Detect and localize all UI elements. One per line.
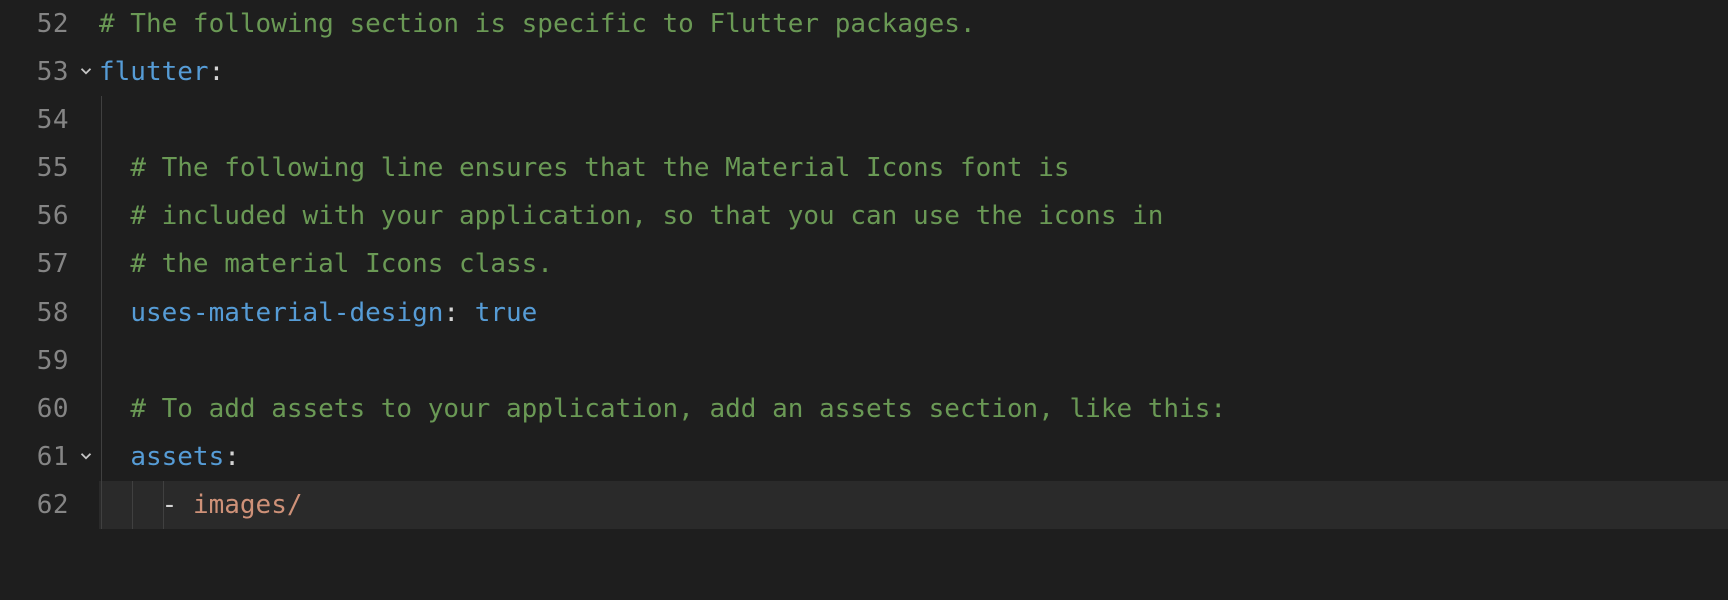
fold-spacer [75, 0, 97, 48]
whitespace [99, 481, 162, 529]
comment-token: # included with your application, so tha… [130, 192, 1163, 240]
code-area[interactable]: # The following section is specific to F… [97, 0, 1728, 600]
indent-guide [101, 192, 102, 240]
line-number-text: 59 [37, 337, 69, 385]
chevron-down-icon [77, 433, 95, 481]
line-number-text: 53 [37, 48, 69, 96]
comment-token: # To add assets to your application, add… [130, 385, 1226, 433]
line-number-text: 56 [37, 192, 69, 240]
code-line[interactable] [99, 96, 1728, 144]
line-number-gutter: 5253545556575859606162 [0, 0, 75, 600]
indent-guide [163, 481, 164, 529]
line-number-text: 60 [37, 385, 69, 433]
code-line[interactable]: assets: [99, 433, 1728, 481]
fold-spacer [75, 144, 97, 192]
indent-guide [101, 385, 102, 433]
bool-token: true [475, 289, 538, 337]
comment-token: # The following line ensures that the Ma… [130, 144, 1069, 192]
code-line[interactable]: # To add assets to your application, add… [99, 385, 1728, 433]
line-number-text: 55 [37, 144, 69, 192]
whitespace [99, 240, 130, 288]
line-number-text: 62 [37, 481, 69, 529]
fold-toggle[interactable] [75, 433, 97, 481]
key-token: flutter [99, 48, 209, 96]
indent-guide [101, 240, 102, 288]
line-number: 55 [0, 144, 69, 192]
line-number-text: 61 [37, 433, 69, 481]
line-number-text: 58 [37, 289, 69, 337]
code-editor[interactable]: 5253545556575859606162 # The following s… [0, 0, 1728, 600]
code-line[interactable]: # The following line ensures that the Ma… [99, 144, 1728, 192]
line-number: 52 [0, 0, 69, 48]
comment-token: # The following section is specific to F… [99, 0, 976, 48]
fold-spacer [75, 385, 97, 433]
chevron-down-icon [77, 48, 95, 96]
punct-token: : [443, 289, 474, 337]
whitespace [99, 385, 130, 433]
indent-guide [101, 337, 102, 385]
indent-guide [101, 433, 102, 481]
line-number: 58 [0, 289, 69, 337]
fold-spacer [75, 481, 97, 529]
line-number: 61 [0, 433, 69, 481]
key-token: uses-material-design [130, 289, 443, 337]
code-line[interactable]: - images/ [99, 481, 1728, 529]
line-number-text: 54 [37, 96, 69, 144]
fold-column [75, 0, 97, 600]
string-token: images/ [193, 481, 303, 529]
line-number-text: 57 [37, 240, 69, 288]
whitespace [99, 144, 130, 192]
line-number: 60 [0, 385, 69, 433]
whitespace [99, 289, 130, 337]
line-number: 57 [0, 240, 69, 288]
indent-guide [101, 144, 102, 192]
whitespace [99, 433, 130, 481]
line-number: 59 [0, 337, 69, 385]
comment-token: # the material Icons class. [130, 240, 553, 288]
indent-guide [101, 481, 102, 529]
whitespace [99, 192, 130, 240]
punct-token: : [209, 48, 225, 96]
fold-spacer [75, 337, 97, 385]
indent-guide [101, 289, 102, 337]
code-line[interactable]: uses-material-design: true [99, 289, 1728, 337]
fold-spacer [75, 289, 97, 337]
line-number-text: 52 [37, 0, 69, 48]
line-number: 62 [0, 481, 69, 529]
code-line[interactable]: # included with your application, so tha… [99, 192, 1728, 240]
fold-spacer [75, 96, 97, 144]
line-number: 54 [0, 96, 69, 144]
indent-guide [132, 481, 133, 529]
fold-spacer [75, 240, 97, 288]
punct-token: : [224, 433, 240, 481]
fold-toggle[interactable] [75, 48, 97, 96]
line-number: 56 [0, 192, 69, 240]
code-line[interactable] [99, 337, 1728, 385]
code-line[interactable]: # the material Icons class. [99, 240, 1728, 288]
fold-spacer [75, 192, 97, 240]
line-number: 53 [0, 48, 69, 96]
key-token: assets [130, 433, 224, 481]
indent-guide [101, 96, 102, 144]
dash-token: - [162, 481, 193, 529]
code-line[interactable]: # The following section is specific to F… [99, 0, 1728, 48]
code-line[interactable]: flutter: [99, 48, 1728, 96]
